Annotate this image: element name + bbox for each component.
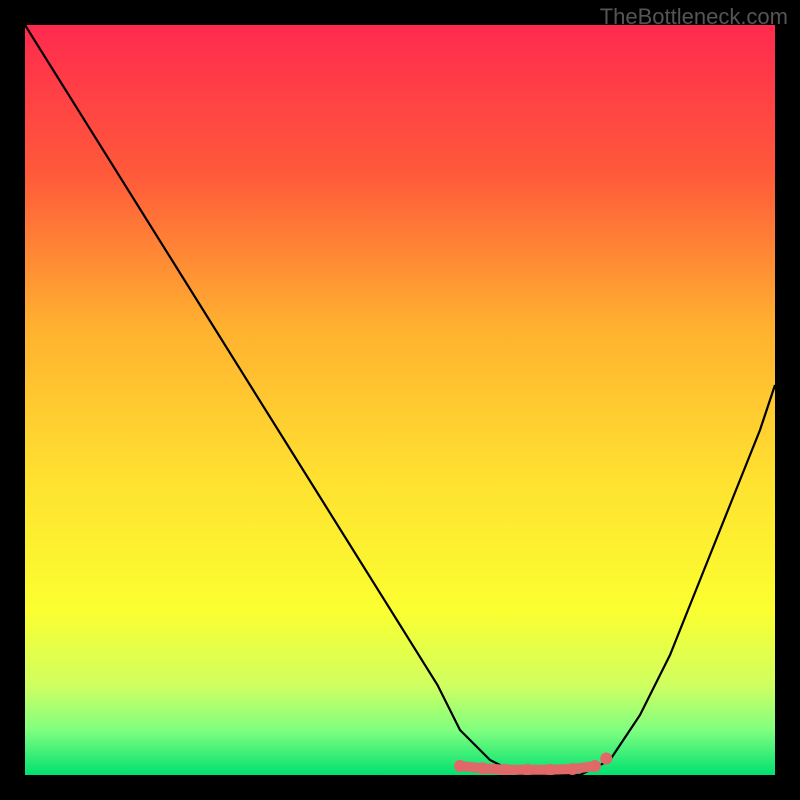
curve-layer xyxy=(25,25,775,775)
marker-dot xyxy=(567,763,579,775)
marker-dot xyxy=(589,760,601,772)
plot-area xyxy=(25,25,775,775)
accent-marker xyxy=(600,753,612,765)
watermark-text: TheBottleneck.com xyxy=(600,4,788,30)
bottleneck-curve xyxy=(25,25,775,775)
marker-dot xyxy=(477,762,489,774)
marker-dot xyxy=(454,760,466,772)
optimal-markers xyxy=(454,753,612,776)
